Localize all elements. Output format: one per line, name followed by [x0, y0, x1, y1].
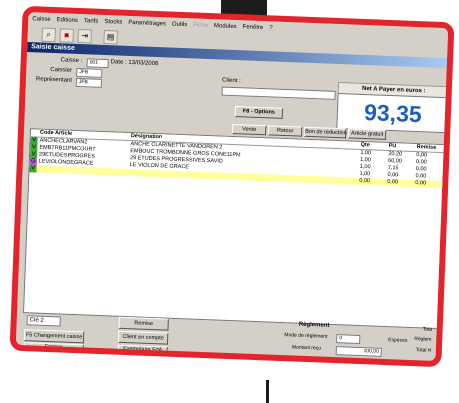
- total-right-label: Tota: [422, 326, 433, 333]
- menu-item--[interactable]: ?: [269, 25, 273, 31]
- retour-button[interactable]: Retour: [267, 125, 303, 137]
- menu-item-editions[interactable]: Editions: [56, 17, 78, 24]
- menu-item-fen-tre[interactable]: Fenêtre: [242, 24, 263, 31]
- bon-de-reduction-button[interactable]: Bon de réduction: [303, 126, 347, 139]
- caissier-field[interactable]: JFB: [76, 67, 103, 78]
- red-frame: Caisse Editions Tarifs Stocks Paramétrages Ou…: [9, 5, 455, 368]
- montant-recu-field[interactable]: 100,00: [335, 346, 382, 357]
- articles-table: Code Article Désignation Qte PU Remise V…: [22, 128, 446, 330]
- col-code: Code Article: [39, 129, 73, 137]
- tilted-screenshot: Caisse Editions Tarifs Stocks Paramétrages Ou…: [9, 5, 455, 368]
- mode-reglement-label: Mode de règlement: [284, 332, 328, 340]
- cle-field[interactable]: Clé 2: [26, 315, 61, 327]
- mode-reglement-field[interactable]: 0: [336, 334, 361, 345]
- client-en-compte-button[interactable]: Client en compte: [117, 330, 169, 345]
- cell-remise: 0,00: [415, 180, 427, 187]
- menu-item-fiche[interactable]: Fiche: [193, 22, 208, 29]
- total-h-label: Total H: [415, 347, 432, 354]
- mode-reglement-name: Espèces: [388, 337, 408, 344]
- menu-item-param-trages[interactable]: Paramétrages: [128, 20, 166, 27]
- background-stripe-lower: [266, 380, 269, 403]
- menu-item-stocks[interactable]: Stocks: [104, 19, 122, 26]
- menu-item-caisse[interactable]: Caisse: [32, 16, 51, 23]
- exemplaire-button[interactable]: Exemplaire FdA: [117, 344, 168, 356]
- net-a-payer-amount: 93,35: [336, 92, 450, 134]
- caisse-field[interactable]: 001: [86, 58, 109, 69]
- binoculars-icon[interactable]: ⌕: [41, 27, 56, 43]
- remise-button[interactable]: Remise: [118, 316, 169, 331]
- cell-pu: 0,00: [387, 178, 399, 186]
- client-field[interactable]: [221, 86, 336, 100]
- menu-item-tarifs[interactable]: Tarifs: [84, 18, 99, 25]
- exit-icon[interactable]: ⇥: [77, 28, 92, 44]
- printer-icon[interactable]: ▤: [103, 29, 118, 45]
- row-status-mark: V: [29, 165, 37, 173]
- cell-qte: 0,00: [359, 177, 371, 185]
- col-designation: Désignation: [130, 133, 163, 141]
- document-red-icon[interactable]: ■: [59, 28, 74, 43]
- col-qte: Qte: [360, 141, 370, 149]
- fermer-button[interactable]: Fermer: [23, 342, 84, 353]
- col-pu: PU: [388, 142, 397, 150]
- vente-button[interactable]: Vente: [232, 123, 267, 136]
- menu-item-outils[interactable]: Outils: [172, 22, 188, 29]
- date-label: Date : 13/03/2006: [110, 59, 159, 68]
- f8-options-button[interactable]: F8 - Options: [234, 106, 284, 119]
- representant-label: Représentant: [35, 76, 73, 84]
- representant-field[interactable]: JFB: [75, 77, 103, 88]
- article-gratuit-button[interactable]: Article gratuit: [347, 128, 387, 140]
- changement-caisse-button[interactable]: F5 Changement caisse: [23, 329, 85, 344]
- col-remise: Remise: [416, 144, 437, 151]
- caisse-label: Caisse :: [60, 57, 83, 65]
- reglement-title: Règlement: [298, 321, 330, 329]
- montant-recu-label: Montant reçu: [291, 344, 322, 352]
- reglement-short-label: Règlem: [414, 336, 432, 343]
- client-label: Client :: [221, 77, 241, 85]
- menu-item-modules[interactable]: Modules: [214, 23, 237, 30]
- caissier-label: Caissier: [50, 66, 73, 74]
